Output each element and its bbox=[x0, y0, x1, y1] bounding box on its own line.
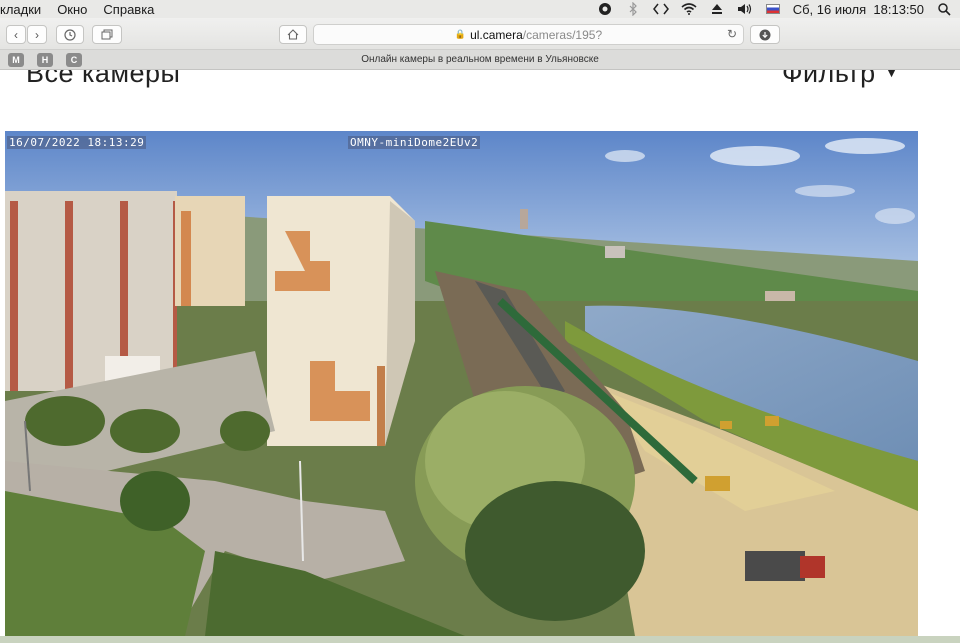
forward-icon: › bbox=[35, 27, 39, 42]
wifi-icon[interactable] bbox=[681, 2, 697, 16]
tabs-icon bbox=[101, 29, 113, 40]
lock-icon: 🔒 bbox=[454, 29, 467, 39]
back-icon: ‹ bbox=[14, 27, 18, 42]
download-button[interactable] bbox=[750, 25, 780, 44]
menu-item-bookmarks[interactable]: кладки bbox=[0, 2, 49, 17]
camera-feed[interactable]: 16/07/2022 18:13:29 OMNY-miniDome2EUv2 bbox=[5, 131, 918, 636]
volume-icon[interactable] bbox=[737, 2, 753, 16]
app-status-icon[interactable] bbox=[597, 2, 613, 16]
url-host: ul.camera bbox=[470, 27, 523, 42]
reload-icon[interactable]: ↻ bbox=[727, 27, 737, 41]
search-icon[interactable] bbox=[936, 2, 952, 16]
menu-item-window[interactable]: Окно bbox=[49, 2, 95, 17]
browser-toolbar: ‹ › 🔒 ul.camera/cameras/195? ↻ bbox=[0, 18, 960, 50]
code-icon[interactable] bbox=[652, 2, 669, 16]
camera-timestamp: 16/07/2022 18:13:29 bbox=[7, 136, 147, 149]
bluetooth-icon[interactable] bbox=[625, 2, 641, 16]
back-button[interactable]: ‹ bbox=[6, 25, 26, 44]
url-path: /cameras/195? bbox=[522, 27, 603, 42]
page-bottom-strip bbox=[0, 636, 960, 643]
eject-icon[interactable] bbox=[709, 2, 725, 16]
tab-title-overlay[interactable]: Онлайн камеры в реальном времени в Ульян… bbox=[0, 54, 960, 65]
menu-bar: кладки Окно Справка Сб, 16 июля 18:13:50 bbox=[0, 0, 960, 18]
history-icon bbox=[64, 28, 76, 41]
history-button[interactable] bbox=[56, 25, 84, 44]
clock[interactable]: Сб, 16 июля 18:13:50 bbox=[793, 2, 924, 17]
address-bar[interactable]: 🔒 ul.camera/cameras/195? ↻ bbox=[313, 24, 744, 45]
forward-button[interactable]: › bbox=[27, 25, 47, 44]
camera-device-label: OMNY-miniDome2EUv2 bbox=[348, 136, 481, 149]
menu-item-help[interactable]: Справка bbox=[95, 2, 162, 17]
tab-bar-overlay: M H C Онлайн камеры в реальном времени в… bbox=[0, 50, 960, 70]
tabs-button[interactable] bbox=[92, 25, 122, 44]
home-icon bbox=[287, 29, 299, 40]
camera-image bbox=[5, 131, 918, 636]
home-button[interactable] bbox=[279, 25, 307, 44]
download-icon bbox=[759, 29, 771, 40]
status-area: Сб, 16 июля 18:13:50 bbox=[597, 0, 952, 18]
input-flag-icon[interactable] bbox=[765, 2, 781, 16]
